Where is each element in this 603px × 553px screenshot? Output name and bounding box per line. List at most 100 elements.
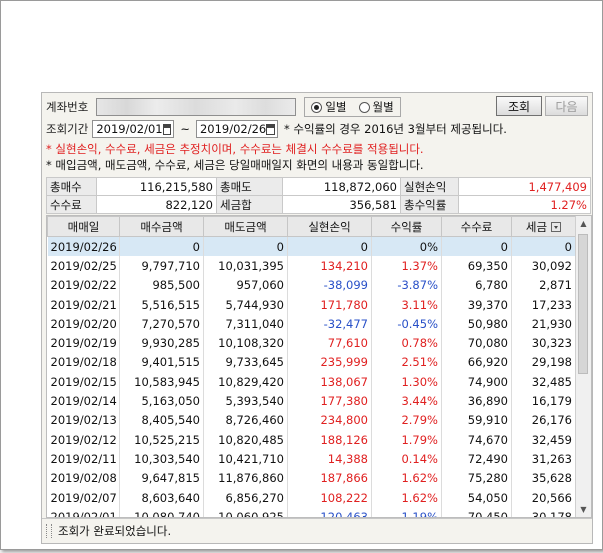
status-bar: 조회가 완료되었습니다. [42,518,592,543]
fee-value: 822,120 [96,195,217,214]
radio-monthly-indicator [358,101,370,113]
cell-pnl: 108,222 [287,487,372,508]
table-row[interactable]: 2019/02/22 985,500 957,060 -38,099 -3.87% 6,7… [47,275,576,295]
table-row[interactable]: 2019/02/01 10,080,740 10,060,925 -120,463 -1… [47,507,576,517]
cell-tax: 30,178 [511,507,576,517]
header-fee[interactable]: 수수료 [441,216,512,237]
total-buy-label: 총매수 [46,177,97,196]
cell-date: 2019/02/21 [47,294,120,315]
cell-yield: 1.79% [371,429,442,450]
cell-pnl: -38,099 [287,275,372,295]
radio-daily[interactable]: 일별 [311,99,347,115]
vertical-scrollbar[interactable]: ▲ ▼ [575,216,591,517]
yield-label: 총수익률 [400,195,459,214]
table-row[interactable]: 2019/02/18 9,401,515 9,733,645 235,999 2.51%… [47,352,576,373]
radio-monthly[interactable]: 월별 [358,99,394,115]
cell-fee: 70,450 [441,507,512,517]
cell-tax: 32,459 [511,429,576,450]
cell-fee: 36,890 [441,391,512,411]
table-row[interactable]: 2019/02/15 10,583,945 10,829,420 138,067 1.3… [47,372,576,392]
calendar-icon[interactable] [162,123,172,135]
scroll-thumb[interactable] [578,234,588,374]
date-from-field[interactable]: 2019/02/01 [92,120,175,138]
header-yield[interactable]: 수익률 [371,216,442,237]
cell-fee: 72,490 [441,449,512,469]
account-row: 계좌번호 일별 월별 [46,97,401,117]
table-row[interactable]: 2019/02/14 5,163,050 5,393,540 177,380 3.44%… [47,391,576,411]
calendar-icon[interactable] [266,123,275,135]
table-row[interactable]: 2019/02/12 10,525,215 10,820,485 188,126 1.7… [47,429,576,450]
trade-grid: 매매일 매수금액 매도금액 실현손익 수익률 수수료 세금 2019/02/26… [46,215,592,518]
cell-tax: 29,198 [511,352,576,373]
query-button[interactable]: 조회 [496,96,542,116]
cell-buy: 9,930,285 [119,333,204,353]
table-header-row: 매매일 매수금액 매도금액 실현손익 수익률 수수료 세금 [47,216,576,237]
header-realized-pnl[interactable]: 실현손익 [287,216,372,237]
header-date[interactable]: 매매일 [47,216,120,237]
trade-table: 매매일 매수금액 매도금액 실현손익 수익률 수수료 세금 2019/02/26… [47,216,576,517]
table-row[interactable]: 2019/02/25 9,797,710 10,031,395 134,210 1.37… [47,256,576,276]
table-row[interactable]: 2019/02/08 9,647,815 11,876,860 187,866 1.62… [47,468,576,488]
cell-date: 2019/02/14 [47,391,120,411]
cell-fee: 75,280 [441,468,512,488]
cell-pnl: 188,126 [287,429,372,450]
cell-tax: 0 [511,236,576,257]
date-from-value: 2019/02/01 [96,122,163,136]
header-tax[interactable]: 세금 [511,216,576,237]
cell-date: 2019/02/15 [47,372,120,392]
cell-fee: 54,050 [441,487,512,508]
account-number-field[interactable] [96,98,297,116]
cell-fee: 74,900 [441,372,512,392]
note-red: * 실현손익, 수수료, 세금은 추정치이며, 수수료는 체결시 수수료를 적용… [46,142,424,156]
period-type-radio-group: 일별 월별 [304,97,401,117]
radio-monthly-label: 월별 [372,100,394,114]
cell-tax: 35,628 [511,468,576,488]
cell-yield: -3.87% [371,275,442,295]
note-black: * 매입금액, 매도금액, 수수료, 세금은 당일매매일지 화면의 내용과 동일… [46,158,424,172]
cell-buy: 10,303,540 [119,449,204,469]
table-row[interactable]: 2019/02/19 9,930,285 10,108,320 77,610 0.78%… [47,333,576,353]
cell-buy: 10,080,740 [119,507,204,517]
cell-sell: 9,733,645 [203,352,288,373]
cell-pnl: 171,780 [287,294,372,315]
cell-fee: 74,670 [441,429,512,450]
table-row[interactable]: 2019/02/13 8,405,540 8,726,460 234,800 2.79%… [47,410,576,430]
cell-date: 2019/02/19 [47,333,120,353]
cell-sell: 11,876,860 [203,468,288,488]
table-row[interactable]: 2019/02/20 7,270,570 7,311,040 -32,477 -0.45… [47,314,576,334]
date-to-field[interactable]: 2019/02/26 [195,120,278,138]
cell-date: 2019/02/18 [47,352,120,373]
cell-sell: 10,031,395 [203,256,288,276]
next-button[interactable]: 다음 [545,96,588,116]
cell-date: 2019/02/20 [47,314,120,334]
cell-pnl: 234,800 [287,410,372,430]
cell-tax: 30,323 [511,333,576,353]
table-row[interactable]: 2019/02/26 0 0 0 0% 0 0 [47,236,576,257]
scroll-up-icon[interactable]: ▲ [576,216,591,231]
cell-pnl: -32,477 [287,314,372,334]
cell-sell: 10,060,925 [203,507,288,517]
summary-table: 총매수 116,215,580 총매도 118,872,060 실현손익 1,4… [46,177,591,214]
cell-yield: 1.37% [371,256,442,276]
cell-tax: 2,871 [511,275,576,295]
table-row[interactable]: 2019/02/21 5,516,515 5,744,930 171,780 3.11%… [47,294,576,315]
realized-value: 1,477,409 [458,177,591,196]
table-row[interactable]: 2019/02/07 8,603,640 6,856,270 108,222 1.62%… [47,487,576,508]
cell-sell: 5,393,540 [203,391,288,411]
cell-yield: 3.44% [371,391,442,411]
yield-value: 1.27% [458,195,591,214]
cell-yield: 0% [371,236,442,257]
cell-date: 2019/02/01 [47,507,120,517]
sort-icon[interactable] [551,221,562,232]
cell-sell: 10,421,710 [203,449,288,469]
cell-tax: 30,092 [511,256,576,276]
cell-buy: 5,163,050 [119,391,204,411]
cell-tax: 17,233 [511,294,576,315]
cell-fee: 6,780 [441,275,512,295]
header-sell-amount[interactable]: 매도금액 [203,216,288,237]
header-buy-amount[interactable]: 매수금액 [119,216,204,237]
cell-date: 2019/02/07 [47,487,120,508]
table-row[interactable]: 2019/02/11 10,303,540 10,421,710 14,388 0.14… [47,449,576,469]
cell-sell: 10,829,420 [203,372,288,392]
scroll-down-icon[interactable]: ▼ [576,502,591,517]
